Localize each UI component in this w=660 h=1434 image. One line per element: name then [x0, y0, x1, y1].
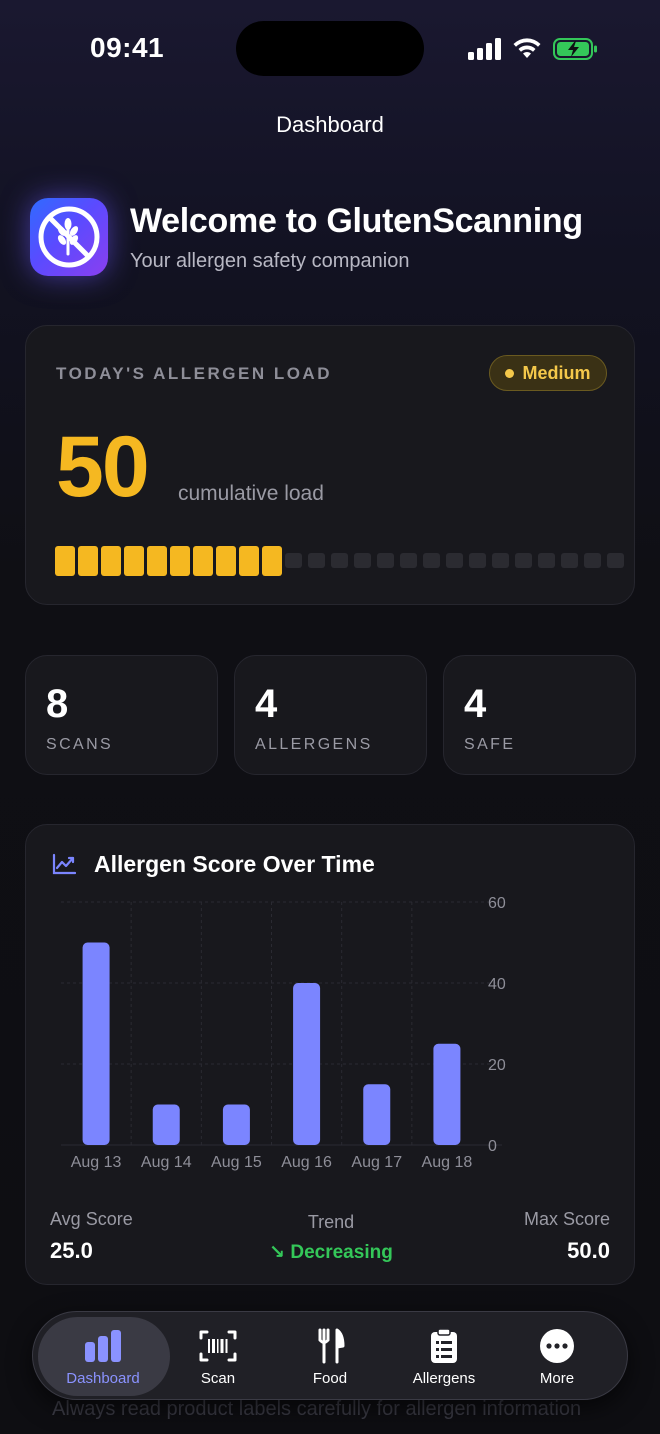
tab-label: More: [539, 1370, 575, 1387]
stat-card-allergens[interactable]: 4 ALLERGENS: [234, 655, 427, 775]
tab-label: Allergens: [412, 1370, 476, 1387]
fork-knife-icon: [318, 1328, 345, 1364]
stat-card-safe[interactable]: 4 SAFE: [443, 655, 636, 775]
chart-bar: [152, 1104, 180, 1145]
stat-label: SAFE: [464, 736, 516, 753]
chart-bars-icon: [85, 1330, 121, 1362]
clipboard-list-icon: [431, 1328, 457, 1363]
meter-segment-empty: [354, 553, 371, 568]
tab-more[interactable]: More: [503, 1312, 611, 1401]
y-tick-label: 40: [488, 976, 506, 993]
stat-card-scans[interactable]: 8 SCANS: [25, 655, 218, 775]
allergen-score-bar-chart: 0 20 40 60 Aug 13 Aug 14 Aug 15 Aug 16 Aug 17 Aug…: [61, 895, 506, 1171]
status-time: 09:41: [90, 32, 165, 63]
dynamic-island: [236, 21, 424, 76]
cellular-signal-icon: [468, 38, 502, 60]
tab-food[interactable]: Food: [276, 1312, 384, 1401]
y-tick-label: 60: [488, 895, 506, 912]
allergen-load-value: 50: [56, 419, 150, 515]
x-tick-label: Aug 13: [71, 1154, 122, 1171]
meter-segment-filled: [101, 546, 121, 576]
meter-segment-filled: [239, 546, 259, 576]
more-dots-icon: [540, 1329, 574, 1363]
tab-bar: Dashboard Scan Food Allergens More: [32, 1311, 628, 1400]
meter-segment-empty: [492, 553, 509, 568]
tab-label: Food: [312, 1370, 348, 1387]
stat-label: SCANS: [46, 736, 114, 753]
allergen-load-label: TODAY'S ALLERGEN LOAD: [56, 364, 332, 383]
allergen-load-card: TODAY'S ALLERGEN LOAD Medium 50 cumulati…: [25, 325, 635, 605]
allergen-load-meter: [55, 546, 624, 576]
tab-scan[interactable]: Scan: [164, 1312, 272, 1401]
tab-label: Dashboard: [66, 1370, 140, 1387]
meter-segment-empty: [584, 553, 601, 568]
safety-note: Always read product labels carefully for…: [52, 1398, 582, 1420]
max-score-summary: Max Score 50.0: [524, 1209, 610, 1264]
meter-segment-empty: [400, 553, 417, 568]
y-tick-label: 0: [488, 1138, 497, 1155]
load-level-text: Medium: [522, 362, 591, 383]
meter-segment-empty: [331, 553, 348, 568]
meter-segment-filled: [216, 546, 236, 576]
meter-segment-filled: [124, 546, 144, 576]
meter-segment-filled: [55, 546, 75, 576]
trend-chart-icon: [52, 853, 76, 875]
chart-bar: [82, 942, 110, 1145]
stat-value: 8: [46, 682, 69, 726]
meter-segment-empty: [377, 553, 394, 568]
meter-segment-filled: [170, 546, 190, 576]
x-tick-label: Aug 14: [141, 1154, 192, 1171]
meter-segment-empty: [538, 553, 555, 568]
meter-segment-filled: [147, 546, 167, 576]
status-bar: 09:41: [0, 0, 660, 100]
meter-segment-empty: [515, 553, 532, 568]
battery-charging-icon: [553, 38, 597, 60]
meter-segment-filled: [193, 546, 213, 576]
chart-bar: [363, 1084, 391, 1145]
x-tick-label: Aug 17: [351, 1154, 402, 1171]
welcome-subtitle: Your allergen safety companion: [130, 250, 410, 272]
chart-bar: [222, 1104, 250, 1145]
meter-segment-filled: [78, 546, 98, 576]
barcode-scan-icon: [199, 1330, 237, 1362]
chart-title: Allergen Score Over Time: [94, 851, 375, 877]
chart-bar: [293, 983, 321, 1145]
app-logo-icon: [30, 198, 108, 276]
x-tick-label: Aug 16: [281, 1154, 332, 1171]
meter-segment-empty: [446, 553, 463, 568]
y-tick-label: 20: [488, 1057, 506, 1074]
welcome-heading: Welcome to GlutenScanning: [130, 202, 583, 240]
load-level-badge: Medium: [489, 355, 607, 391]
chart-bar: [433, 1043, 461, 1145]
stat-value: 4: [464, 682, 487, 726]
stat-value: 4: [255, 682, 278, 726]
max-score-value: 50.0: [567, 1238, 610, 1263]
meter-segment-empty: [607, 553, 624, 568]
meter-segment-empty: [561, 553, 578, 568]
max-score-label: Max Score: [523, 1209, 610, 1229]
meter-segment-empty: [423, 553, 440, 568]
wifi-icon: [513, 38, 541, 58]
meter-segment-empty: [469, 553, 486, 568]
tab-allergens[interactable]: Allergens: [390, 1312, 498, 1401]
x-tick-label: Aug 18: [422, 1154, 473, 1171]
allergen-load-unit: cumulative load: [178, 482, 324, 505]
meter-segment-empty: [308, 553, 325, 568]
status-dot-icon: [505, 368, 515, 378]
x-tick-label: Aug 15: [211, 1154, 262, 1171]
allergen-score-chart-card: Allergen Score Over Time 0 20 40 60 Aug 13 Au…: [25, 824, 635, 1285]
meter-segment-filled: [262, 546, 282, 576]
meter-segment-empty: [285, 553, 302, 568]
tab-dashboard[interactable]: Dashboard: [49, 1312, 157, 1401]
stat-label: ALLERGENS: [255, 736, 373, 753]
page-title: Dashboard: [276, 112, 384, 137]
tab-label: Scan: [200, 1370, 236, 1387]
